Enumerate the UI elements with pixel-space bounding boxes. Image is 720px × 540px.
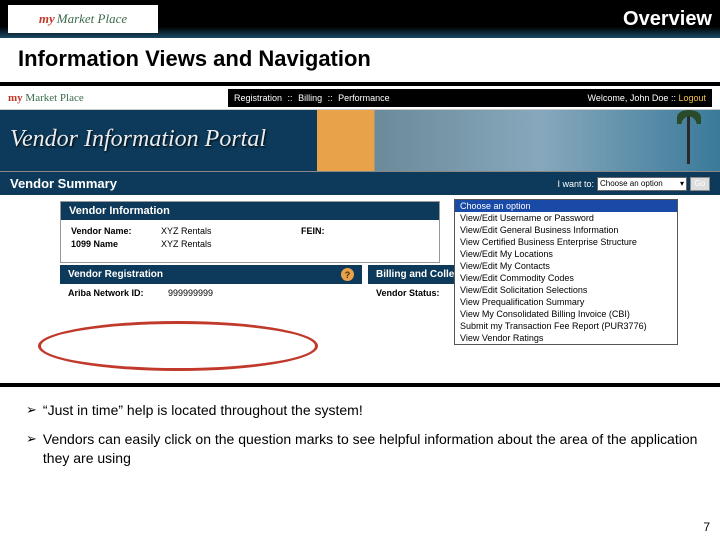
dropdown-item[interactable]: Choose an option xyxy=(455,200,677,212)
vendor-info-panel: Vendor Information Vendor Name: XYZ Rent… xyxy=(60,201,440,263)
app-topbar: my Market Place Registration :: Billing … xyxy=(0,86,720,110)
bullet-arrow-icon: ➢ xyxy=(26,401,37,420)
summary-bar: Vendor Summary I want to: Choose an opti… xyxy=(0,172,720,195)
nav-billing[interactable]: Billing xyxy=(298,93,322,103)
bullet-item: ➢ Vendors can easily click on the questi… xyxy=(26,430,700,468)
dropdown-item[interactable]: View Prequalification Summary xyxy=(455,296,677,308)
dropdown-item[interactable]: View/Edit Commodity Codes xyxy=(455,272,677,284)
dropdown-item[interactable]: View/Edit Solicitation Selections xyxy=(455,284,677,296)
overview-label: Overview xyxy=(623,8,712,31)
vendor-registration-header: Vendor Registration ? xyxy=(60,265,362,284)
name1099-label: 1099 Name xyxy=(71,239,161,249)
iwant-selected: Choose an option xyxy=(600,179,663,188)
panel-body: Vendor Name: XYZ Rentals FEIN: 1099 Name… xyxy=(61,220,439,262)
welcome-sep: :: xyxy=(671,93,676,103)
dropdown-item[interactable]: View/Edit My Contacts xyxy=(455,260,677,272)
fein-label: FEIN: xyxy=(301,226,325,236)
app-nav: Registration :: Billing :: Performance W… xyxy=(228,89,712,107)
i-want-to: I want to: Choose an option ▾ Go xyxy=(557,177,710,191)
nav-sep: :: xyxy=(288,93,293,103)
bullet-item: ➢ “Just in time” help is located through… xyxy=(26,401,700,420)
dropdown-item[interactable]: View Vendor Ratings xyxy=(455,332,677,344)
row-1099-name: 1099 Name XYZ Rentals xyxy=(71,239,429,249)
nav-sep: :: xyxy=(328,93,333,103)
go-button[interactable]: Go xyxy=(690,177,710,191)
section-title: Information Views and Navigation xyxy=(0,38,720,82)
iwant-select[interactable]: Choose an option ▾ xyxy=(597,177,687,191)
row-vendor-name: Vendor Name: XYZ Rentals FEIN: xyxy=(71,226,429,236)
bullet-text: “Just in time” help is located throughou… xyxy=(43,401,363,420)
logo-text: Market Place xyxy=(57,11,127,27)
vendor-registration-title: Vendor Registration xyxy=(68,269,163,280)
dropdown-item[interactable]: View/Edit My Locations xyxy=(455,248,677,260)
slide-header: my Market Place Overview xyxy=(0,0,720,38)
help-icon[interactable]: ? xyxy=(341,268,354,281)
slide-logo: my Market Place xyxy=(8,5,158,33)
welcome-user: John Doe xyxy=(630,93,669,103)
page-number: 7 xyxy=(703,520,710,534)
app-logo-prefix: my xyxy=(8,92,23,104)
iwant-label: I want to: xyxy=(557,179,594,189)
chevron-down-icon: ▾ xyxy=(680,179,684,188)
logo-prefix: my xyxy=(39,11,55,27)
panel-title: Vendor Information xyxy=(61,202,439,220)
dropdown-item[interactable]: Submit my Transaction Fee Report (PUR377… xyxy=(455,320,677,332)
banner-title: Vendor Information Portal xyxy=(10,126,266,153)
vendor-name-label: Vendor Name: xyxy=(71,226,161,236)
nav-registration[interactable]: Registration xyxy=(234,93,282,103)
name1099-value: XYZ Rentals xyxy=(161,239,271,249)
dropdown-item[interactable]: View Certified Business Enterprise Struc… xyxy=(455,236,677,248)
annotation-circle xyxy=(38,321,318,371)
app-logo: my Market Place xyxy=(8,92,228,104)
summary-label: Vendor Summary xyxy=(10,176,117,191)
app-screenshot: my Market Place Registration :: Billing … xyxy=(0,86,720,383)
screenshot-frame: my Market Place Registration :: Billing … xyxy=(0,82,720,387)
dropdown-item[interactable]: View/Edit Username or Password xyxy=(455,212,677,224)
nav-links: Registration :: Billing :: Performance xyxy=(234,93,393,103)
palm-tree-icon xyxy=(687,114,690,164)
ariba-value: 999999999 xyxy=(168,288,213,298)
logout-link[interactable]: Logout xyxy=(678,93,706,103)
bullet-arrow-icon: ➢ xyxy=(26,430,37,468)
nav-performance[interactable]: Performance xyxy=(338,93,390,103)
welcome-prefix: Welcome, xyxy=(588,93,628,103)
dropdown-item[interactable]: View My Consolidated Billing Invoice (CB… xyxy=(455,308,677,320)
vendor-name-value: XYZ Rentals xyxy=(161,226,271,236)
ariba-label: Ariba Network ID: xyxy=(68,288,168,298)
banner: Vendor Information Portal xyxy=(0,110,720,172)
bullet-list: ➢ “Just in time” help is located through… xyxy=(0,387,720,468)
welcome-block: Welcome, John Doe :: Logout xyxy=(588,93,706,103)
iwant-dropdown[interactable]: Choose an option View/Edit Username or P… xyxy=(454,199,678,345)
ariba-row: Ariba Network ID: 999999999 xyxy=(60,288,362,298)
dropdown-item[interactable]: View/Edit General Business Information xyxy=(455,224,677,236)
bullet-text: Vendors can easily click on the question… xyxy=(43,430,700,468)
app-logo-text: Market Place xyxy=(25,92,83,104)
